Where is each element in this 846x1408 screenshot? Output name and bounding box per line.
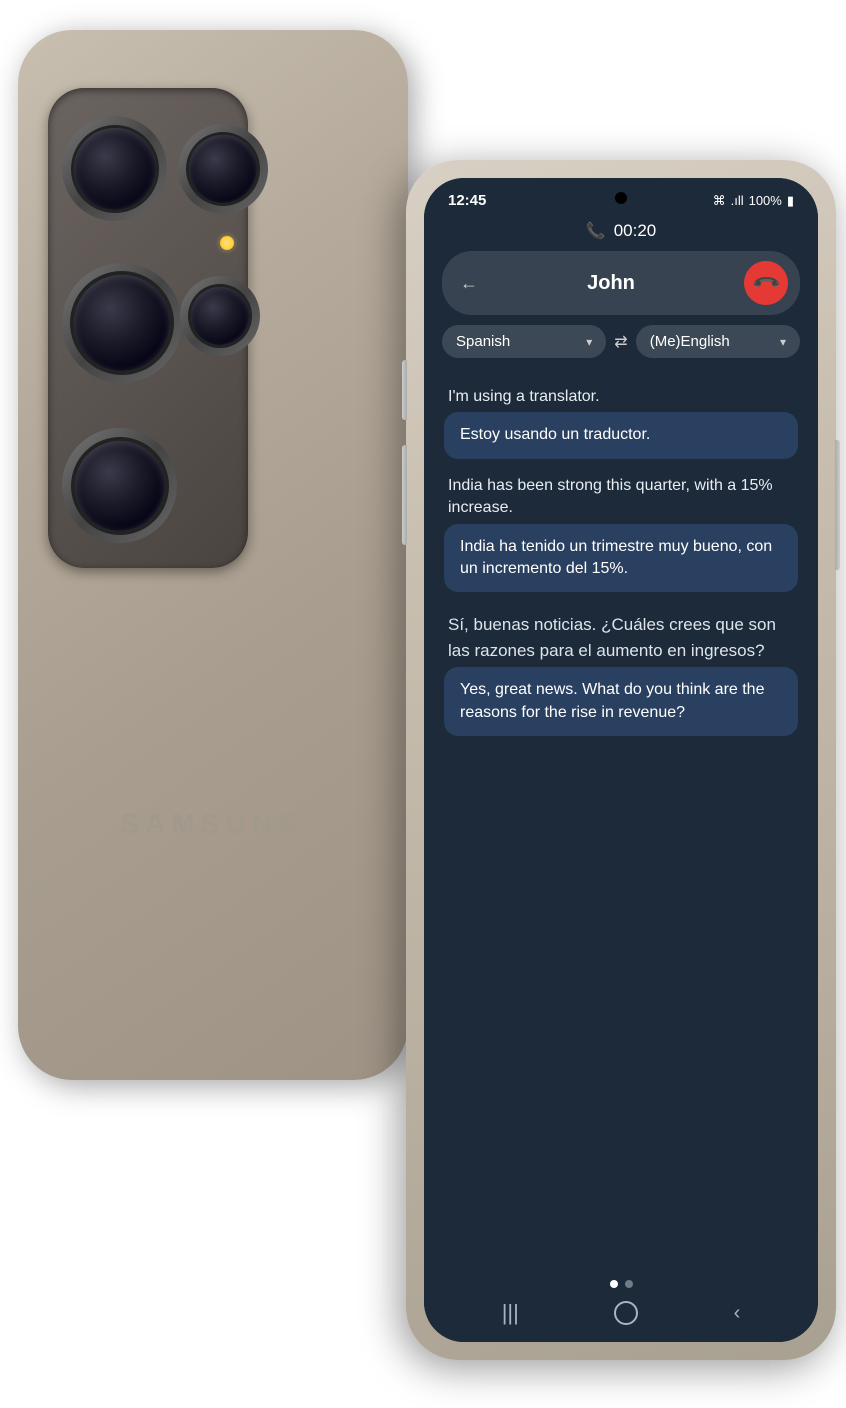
to-language-label: (Me)English bbox=[650, 333, 730, 350]
signal-icon: .ıll bbox=[731, 193, 744, 208]
language-selector-row: Spanish ▾ ⇄ (Me)English ▾ bbox=[442, 325, 800, 358]
lens-1 bbox=[62, 116, 167, 221]
caller-bar: ← John 📞 bbox=[442, 251, 800, 315]
phone-back: SAMSUNG bbox=[18, 30, 408, 1080]
wifi-icon: ⌘ bbox=[713, 193, 726, 209]
chat-area: I'm using a translator. Estoy usando un … bbox=[424, 370, 818, 1270]
message-bubble-2: India ha tenido un trimestre muy bueno, … bbox=[444, 524, 798, 593]
to-language-chevron: ▾ bbox=[780, 335, 786, 349]
phone-front: 12:45 ⌘ .ıll 100% ▮ 📞 00:20 ← John 📞 bbox=[406, 160, 836, 1360]
samsung-wordmark: SAMSUNG bbox=[120, 808, 305, 840]
message-plain-3: Sí, buenas noticias. ¿Cuáles crees que s… bbox=[444, 608, 798, 663]
phone-screen: 12:45 ⌘ .ıll 100% ▮ 📞 00:20 ← John 📞 bbox=[424, 178, 818, 1342]
message-bubble-1: Estoy usando un traductor. bbox=[444, 412, 798, 458]
nav-buttons: ||| ‹ bbox=[424, 1300, 818, 1326]
message-group-2: India has been strong this quarter, with… bbox=[444, 475, 798, 593]
message-group-1: I'm using a translator. Estoy usando un … bbox=[444, 386, 798, 459]
swap-languages-icon[interactable]: ⇄ bbox=[614, 332, 627, 352]
vol-up-button bbox=[402, 360, 407, 420]
from-language-label: Spanish bbox=[456, 333, 510, 350]
home-button[interactable] bbox=[614, 1301, 638, 1325]
flash-dot bbox=[220, 236, 234, 250]
battery-icon: ▮ bbox=[787, 193, 794, 209]
end-call-button[interactable]: 📞 bbox=[744, 261, 788, 305]
message-plain-1: I'm using a translator. bbox=[444, 386, 798, 408]
message-group-3: Sí, buenas noticias. ¿Cuáles crees que s… bbox=[444, 608, 798, 736]
phone-icon: 📞 bbox=[586, 221, 606, 241]
caller-name: John bbox=[478, 272, 744, 295]
status-icons: ⌘ .ıll 100% ▮ bbox=[713, 193, 794, 209]
call-header: 📞 00:20 ← John 📞 Spanish ▾ ⇄ (Me)Engl bbox=[424, 215, 818, 370]
call-duration-row: 📞 00:20 bbox=[586, 221, 656, 241]
recents-button[interactable]: ||| bbox=[502, 1300, 519, 1326]
selfie-camera bbox=[615, 192, 627, 204]
lens-5 bbox=[62, 428, 177, 543]
lens-2 bbox=[178, 124, 268, 214]
from-language-selector[interactable]: Spanish ▾ bbox=[442, 325, 606, 358]
lens-4 bbox=[180, 276, 260, 356]
navigation-bar: ||| ‹ bbox=[424, 1270, 818, 1342]
lens-3 bbox=[62, 263, 182, 383]
camera-module bbox=[48, 88, 248, 568]
message-bubble-3: Yes, great news. What do you think are t… bbox=[444, 667, 798, 736]
dot-1 bbox=[610, 1280, 618, 1288]
vol-down-button bbox=[402, 445, 407, 545]
battery-indicator: 100% bbox=[749, 193, 782, 208]
status-time: 12:45 bbox=[448, 192, 486, 209]
message-plain-2: India has been strong this quarter, with… bbox=[444, 475, 798, 520]
from-language-chevron: ▾ bbox=[586, 335, 592, 349]
call-duration: 00:20 bbox=[614, 221, 657, 241]
back-icon[interactable]: ← bbox=[460, 273, 478, 294]
to-language-selector[interactable]: (Me)English ▾ bbox=[636, 325, 800, 358]
page-indicator bbox=[610, 1280, 633, 1288]
dot-2 bbox=[625, 1280, 633, 1288]
power-button-front bbox=[835, 440, 840, 570]
end-call-icon: 📞 bbox=[751, 268, 782, 299]
back-button[interactable]: ‹ bbox=[734, 1302, 741, 1325]
